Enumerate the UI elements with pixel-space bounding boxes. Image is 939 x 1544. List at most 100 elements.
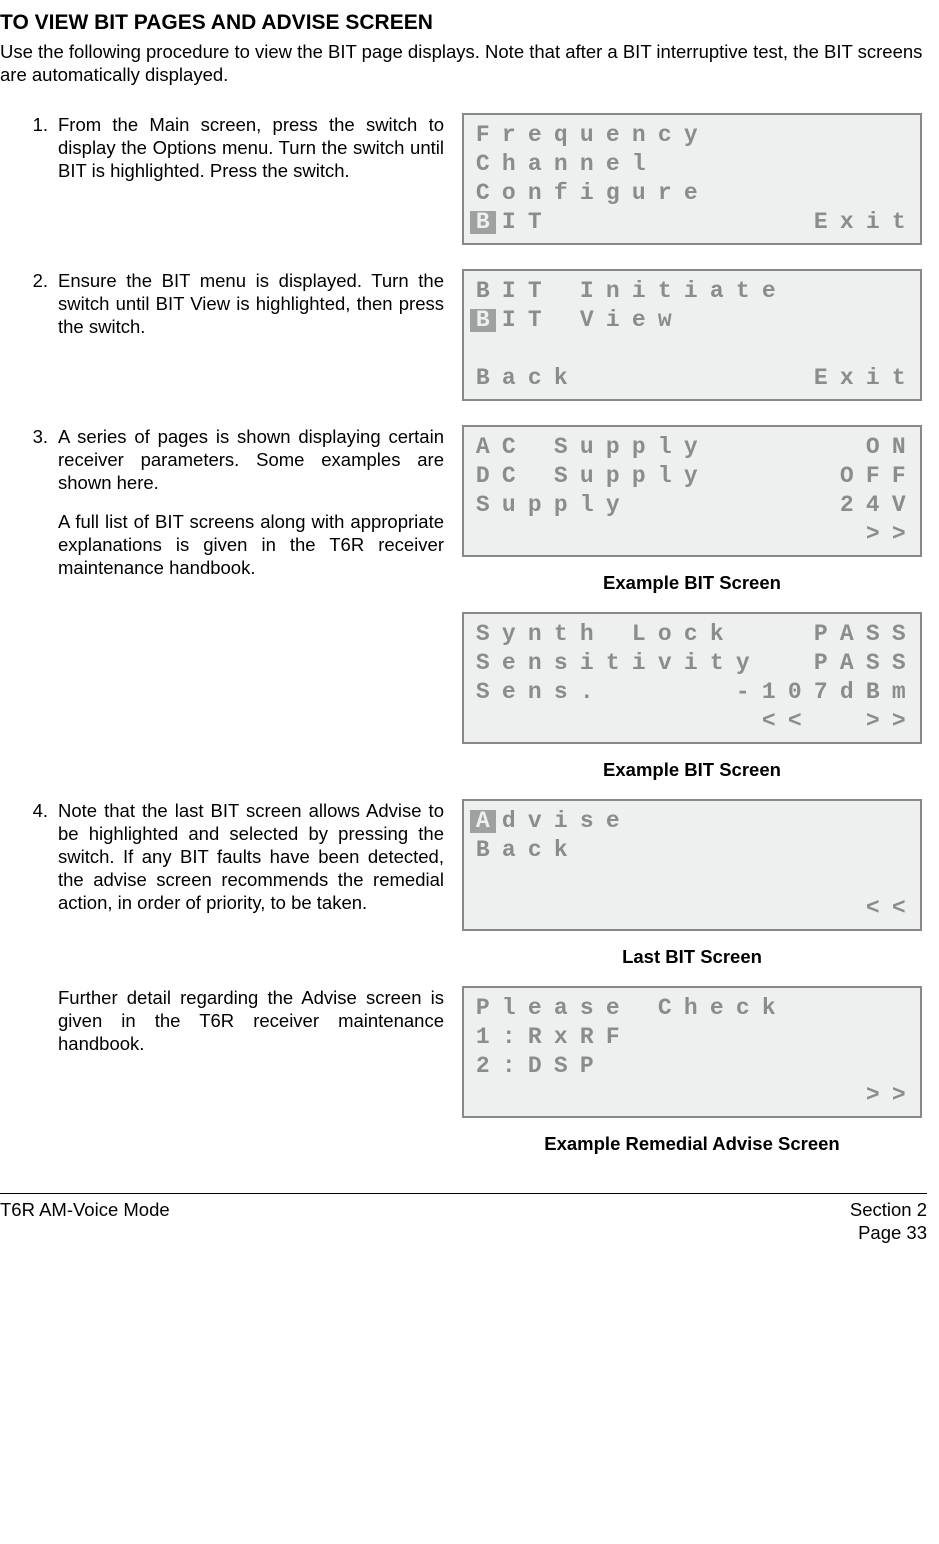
lcd-cell: n <box>574 153 600 176</box>
lcd-cell: d <box>834 681 860 704</box>
lcd-cell: y <box>678 465 704 488</box>
lcd-cell: V <box>886 494 912 517</box>
lcd-cell: v <box>652 652 678 675</box>
lcd-cell: l <box>626 153 652 176</box>
lcd-cell: s <box>574 997 600 1020</box>
lcd-cell: u <box>574 436 600 459</box>
lcd-cell: I <box>496 280 522 303</box>
footer-rule <box>0 1193 927 1194</box>
lcd-cell: n <box>522 623 548 646</box>
lcd-cell: l <box>652 436 678 459</box>
lcd-cell: i <box>626 280 652 303</box>
lcd-cell: t <box>548 623 574 646</box>
page-intro: Use the following procedure to view the … <box>0 40 927 86</box>
lcd-cell: p <box>626 436 652 459</box>
lcd-cell: < <box>756 710 782 733</box>
lcd-cell: y <box>678 124 704 147</box>
lcd-cell: L <box>626 623 652 646</box>
lcd-cell: c <box>730 997 756 1020</box>
lcd-cell: e <box>678 182 704 205</box>
lcd-cell: u <box>574 465 600 488</box>
step4-para-b: Further detail regarding the Advise scre… <box>58 987 444 1054</box>
step-4: 4. Note that the last BIT screen allows … <box>20 799 927 986</box>
lcd-cell: s <box>574 810 600 833</box>
lcd-cell: i <box>574 182 600 205</box>
lcd-row: 1:RxRF <box>470 1023 914 1052</box>
step-number: 1. <box>20 113 58 136</box>
lcd-row <box>470 865 914 894</box>
lcd-cell: l <box>652 465 678 488</box>
lcd-cell: c <box>522 839 548 862</box>
lcd-cell: B <box>470 367 496 390</box>
lcd-cell: F <box>886 465 912 488</box>
lcd-cell: g <box>600 182 626 205</box>
lcd-cell: S <box>860 623 886 646</box>
lcd-screen-bitmenu: BITInitiateBITViewBackExit <box>462 269 922 401</box>
lcd-cell: e <box>756 280 782 303</box>
lcd-cell: t <box>886 367 912 390</box>
lcd-row: BITView <box>470 306 914 335</box>
lcd-cell: o <box>652 623 678 646</box>
step-text: Note that the last BIT screen allows Adv… <box>58 799 458 915</box>
lcd-cell: n <box>548 153 574 176</box>
lcd-cell: < <box>782 710 808 733</box>
lcd-cell: P <box>808 623 834 646</box>
lcd-cell: s <box>548 681 574 704</box>
lcd-cell: a <box>496 367 522 390</box>
page-heading: TO VIEW BIT PAGES AND ADVISE SCREEN <box>0 10 927 36</box>
lcd-cell: A <box>834 623 860 646</box>
lcd-row: PleaseCheck <box>470 994 914 1023</box>
lcd-cell: h <box>496 153 522 176</box>
lcd-cell: e <box>600 153 626 176</box>
lcd-cell: e <box>600 124 626 147</box>
step-2: 2. Ensure the BIT menu is displayed. Tur… <box>20 269 927 401</box>
lcd-cell: V <box>574 309 600 332</box>
lcd-cell: > <box>860 523 886 546</box>
lcd-cell: t <box>600 652 626 675</box>
lcd-cell: S <box>470 494 496 517</box>
lcd-cell: S <box>548 1055 574 1078</box>
lcd-cell: k <box>704 623 730 646</box>
lcd-cell: h <box>574 623 600 646</box>
lcd-cell: t <box>886 211 912 234</box>
lcd-cell: 1 <box>756 681 782 704</box>
lcd-cell: i <box>678 280 704 303</box>
lcd-cell: p <box>600 436 626 459</box>
lcd-row: BITExit <box>470 208 914 237</box>
lcd-cell: n <box>522 652 548 675</box>
lcd-cell: a <box>548 997 574 1020</box>
step3-para-b: A full list of BIT screens along with ap… <box>58 511 444 578</box>
lcd-cell: I <box>496 211 522 234</box>
lcd-cell: S <box>886 652 912 675</box>
lcd-cell: B <box>470 839 496 862</box>
lcd-cell: n <box>522 182 548 205</box>
lcd-cell: 2 <box>470 1055 496 1078</box>
lcd-cell: e <box>522 997 548 1020</box>
lcd-cell: E <box>808 211 834 234</box>
lcd-cell: t <box>730 280 756 303</box>
lcd-cell: T <box>522 309 548 332</box>
lcd-cell: I <box>574 280 600 303</box>
step-1: 1. From the Main screen, press the switc… <box>20 113 927 245</box>
lcd-cell: . <box>574 681 600 704</box>
lcd-cell: D <box>470 465 496 488</box>
caption-last-bit: Last BIT Screen <box>462 945 922 968</box>
lcd-cell: k <box>548 367 574 390</box>
lcd-cell: 1 <box>470 1026 496 1049</box>
lcd-cell: i <box>574 652 600 675</box>
lcd-row: Channel <box>470 150 914 179</box>
lcd-cell: m <box>886 681 912 704</box>
step-number: 3. <box>20 425 58 448</box>
lcd-cell: q <box>548 124 574 147</box>
lcd-row: Configure <box>470 179 914 208</box>
lcd-cell: T <box>522 211 548 234</box>
lcd-cell: n <box>522 681 548 704</box>
footer-section: Section 2 <box>850 1198 927 1221</box>
lcd-cell: y <box>730 652 756 675</box>
lcd-cell: - <box>730 681 756 704</box>
lcd-cell: c <box>678 623 704 646</box>
lcd-cell: e <box>522 124 548 147</box>
lcd-cell: B <box>470 280 496 303</box>
lcd-cell: S <box>470 652 496 675</box>
lcd-cell: A <box>470 810 496 833</box>
